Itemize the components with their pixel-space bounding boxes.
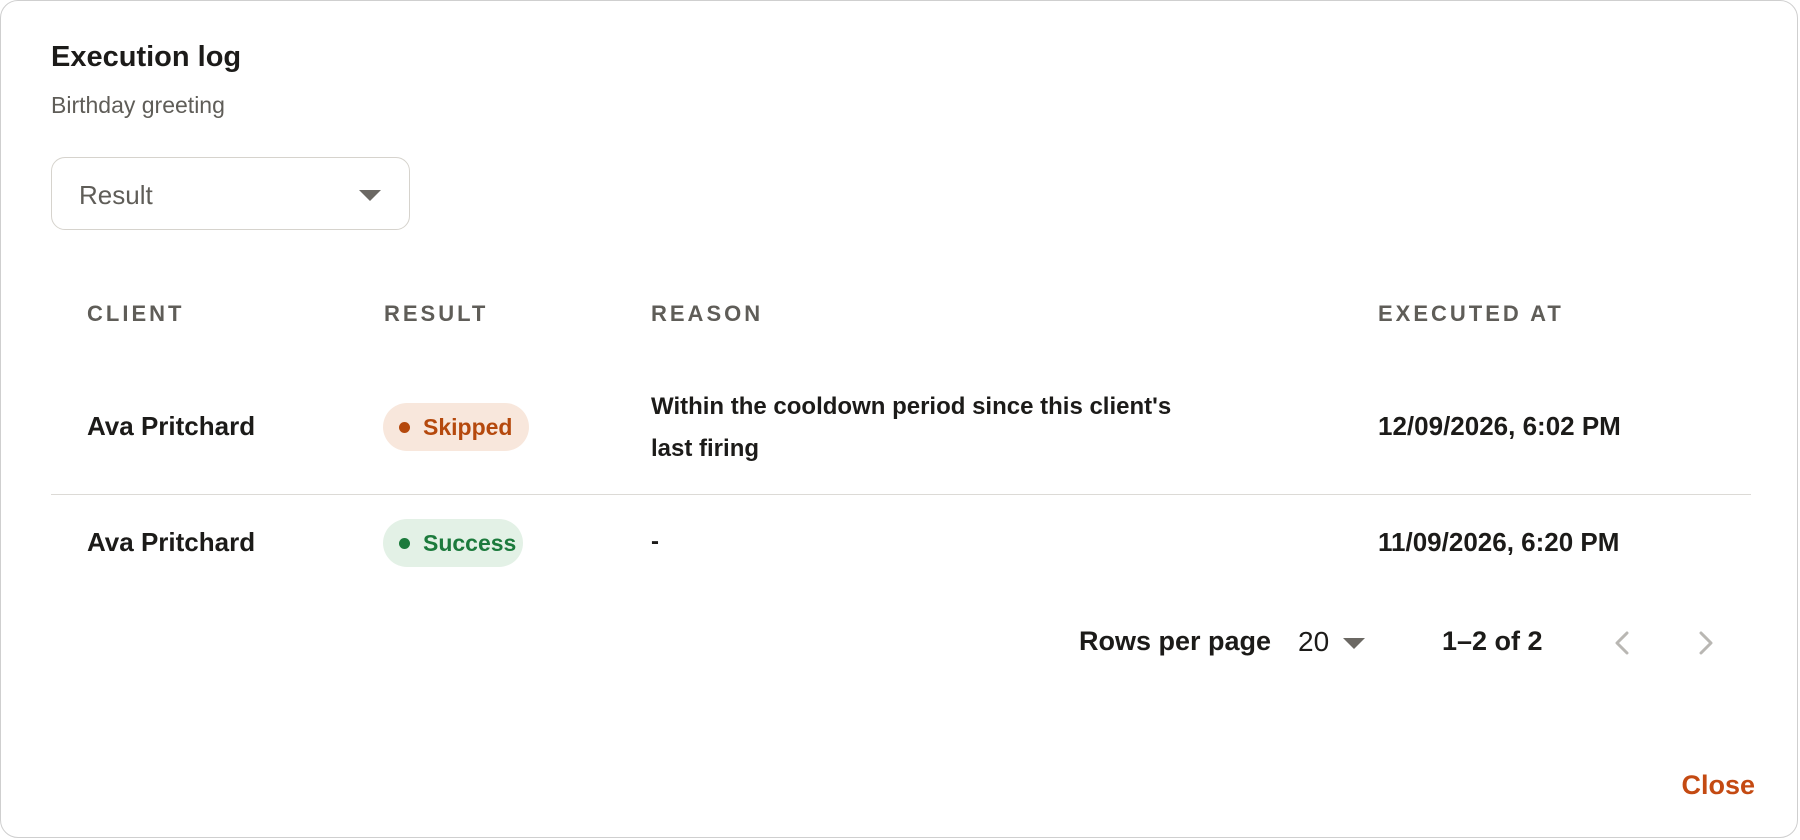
executed-at-cell: 12/09/2026, 6:02 PM [1378,411,1621,441]
status-badge-label: Skipped [423,414,513,440]
status-badge: Success [383,519,523,567]
next-page-button[interactable] [1683,621,1727,665]
executed-at-cell: 11/09/2026, 6:20 PM [1378,527,1620,557]
column-header-client: CLIENT [87,301,185,326]
reason-cell: - [651,528,659,555]
rows-per-page-label: Rows per page [1079,626,1272,656]
column-header-executed-at: EXECUTED AT [1378,301,1564,326]
status-badge: Skipped [383,403,529,451]
column-header-reason: REASON [651,301,764,326]
client-cell: Ava Pritchard [87,411,256,441]
reason-cell: Within the cooldown period since this cl… [651,393,1172,462]
dialog-title: Execution log [51,41,242,73]
rows-per-page-select[interactable]: 20 [1291,617,1371,667]
dialog-subtitle: Birthday greeting [51,92,225,118]
result-filter-select[interactable]: Result [51,157,410,230]
column-header-result: RESULT [384,301,489,326]
caret-down-icon [359,190,381,201]
execution-log-dialog: Execution log Birthday greeting Result C… [0,0,1798,838]
row-divider [51,494,1751,495]
status-dot-icon [399,422,410,433]
caret-down-icon [1343,638,1365,649]
rows-per-page-value: 20 [1298,626,1330,657]
previous-page-button[interactable] [1601,621,1645,665]
chevron-left-icon [1615,631,1629,655]
close-button[interactable]: Close [1673,770,1755,806]
status-badge-label: Success [423,530,517,556]
chevron-right-icon [1699,631,1713,655]
result-filter-value: Result [79,180,153,210]
status-dot-icon [399,538,410,549]
client-cell: Ava Pritchard [87,527,256,557]
pagination-range: 1–2 of 2 [1442,626,1543,656]
